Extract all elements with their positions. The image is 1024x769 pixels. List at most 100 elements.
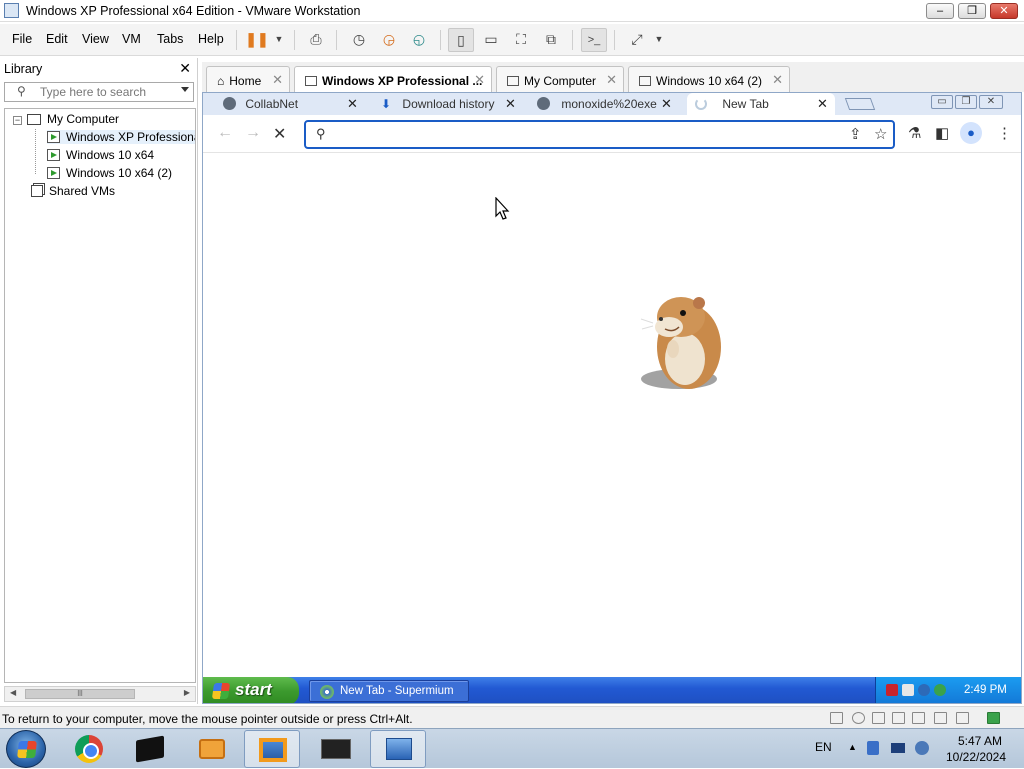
bookmark-star-icon[interactable]: ☆: [874, 125, 887, 143]
taskbar-keyboard-app[interactable]: [308, 730, 364, 768]
scroll-left-icon[interactable]: ◀: [10, 688, 16, 697]
snapshot-manager-icon[interactable]: ◵: [406, 28, 432, 52]
tree-item-vm-win10[interactable]: Windows 10 x64: [47, 148, 154, 162]
close-tab-icon[interactable]: ✕: [606, 72, 617, 88]
close-library-icon[interactable]: ✕: [179, 60, 191, 77]
display-icon[interactable]: [956, 712, 969, 724]
restore-icon[interactable]: ❐: [955, 95, 977, 109]
tree-item-vm-xp[interactable]: Windows XP Professiona: [47, 130, 195, 144]
tab-my-computer[interactable]: My Computer ✕: [496, 66, 624, 92]
minimize-button[interactable]: –: [926, 3, 954, 19]
chevron-down-icon[interactable]: ▼: [646, 28, 672, 52]
taskbar-remote-desktop[interactable]: [370, 730, 426, 768]
taskbar-vmware[interactable]: [244, 730, 300, 768]
show-library-icon[interactable]: ▯: [448, 28, 474, 52]
close-tab-icon[interactable]: ✕: [474, 72, 485, 88]
side-panel-icon[interactable]: ◧: [935, 124, 949, 142]
chevron-down-icon[interactable]: ▼: [266, 28, 292, 52]
vm-icon: [305, 76, 317, 86]
taskbar-chrome[interactable]: [60, 730, 116, 768]
host-clock-date[interactable]: 10/22/2024: [941, 750, 1011, 764]
network-icon[interactable]: [915, 741, 929, 755]
start-orb[interactable]: [6, 730, 46, 768]
scrollbar-thumb[interactable]: lll: [25, 689, 135, 699]
snapshot-icon[interactable]: ◷: [346, 28, 372, 52]
close-button[interactable]: ✕: [990, 3, 1018, 19]
taskbar-app-terminal[interactable]: [122, 730, 178, 768]
forward-icon[interactable]: →: [245, 124, 261, 142]
host-system-tray: EN ▲ 5:47 AM 10/22/2024: [805, 729, 1024, 769]
host-clock-time[interactable]: 5:47 AM: [950, 734, 1010, 748]
tab-windows-xp[interactable]: Windows XP Professional ... ✕: [294, 66, 492, 93]
show-hidden-icons-icon[interactable]: ▲: [848, 742, 857, 752]
sync-icon[interactable]: [934, 684, 946, 696]
tree-item-vm-win10-2[interactable]: Windows 10 x64 (2): [47, 166, 172, 180]
close-tab-icon[interactable]: ✕: [661, 96, 672, 112]
browser-tab-download-history[interactable]: ⬇ Download history ✕: [381, 93, 517, 115]
address-input[interactable]: [336, 126, 836, 144]
menu-toolbar: File Edit View VM Tabs Help ❚❚ ▼ ⎙ ◷ ◶ ◵…: [0, 24, 1024, 56]
thumbnail-bar-icon[interactable]: ▭: [478, 28, 504, 52]
hard-disk-icon[interactable]: [830, 712, 843, 724]
cd-dvd-icon[interactable]: [852, 712, 865, 724]
library-search-input[interactable]: ⚲ Type here to search: [4, 82, 194, 102]
console-view-icon[interactable]: >_: [581, 28, 607, 52]
download-icon: ⬇: [381, 97, 392, 111]
new-tab-button[interactable]: [844, 98, 876, 110]
language-indicator[interactable]: EN: [815, 740, 832, 754]
security-shield-icon[interactable]: [886, 684, 898, 696]
close-tab-icon[interactable]: ✕: [505, 96, 516, 112]
tree-item-my-computer[interactable]: My Computer: [27, 112, 119, 126]
tab-windows-10-2[interactable]: Windows 10 x64 (2) ✕: [628, 66, 790, 92]
close-tab-icon[interactable]: ✕: [817, 96, 828, 112]
tree-item-shared-vms[interactable]: Shared VMs: [31, 184, 115, 198]
menu-edit[interactable]: Edit: [46, 32, 68, 46]
menu-file[interactable]: File: [12, 32, 32, 46]
vmware-tools-icon[interactable]: [902, 684, 914, 696]
menu-view[interactable]: View: [82, 32, 109, 46]
address-bar[interactable]: ⚲ ⇪ ☆: [304, 120, 895, 149]
labs-flask-icon[interactable]: ⚗: [908, 124, 921, 142]
minimize-icon[interactable]: ▭: [931, 95, 953, 109]
collapse-toggle[interactable]: −: [13, 116, 22, 125]
maximize-button[interactable]: ❐: [958, 3, 986, 19]
guest-display[interactable]: CollabNet ✕ ⬇ Download history ✕ monoxid…: [202, 92, 1022, 704]
browser-tab-monoxide[interactable]: monoxide%20exe ✕: [537, 93, 675, 115]
stop-loading-icon[interactable]: ✕: [273, 124, 286, 144]
send-ctrl-alt-del-icon[interactable]: ⎙: [303, 28, 329, 52]
host-taskbar: EN ▲ 5:47 AM 10/22/2024: [0, 728, 1024, 768]
network-icon[interactable]: [918, 684, 930, 696]
share-icon[interactable]: ⇪: [849, 125, 862, 143]
unity-icon[interactable]: ⧉: [538, 28, 564, 52]
close-icon[interactable]: ✕: [979, 95, 1003, 109]
network-adapter-icon[interactable]: [892, 712, 905, 724]
host-title-bar: Windows XP Professional x64 Edition - VM…: [0, 0, 1024, 22]
close-tab-icon[interactable]: ✕: [347, 96, 358, 112]
toolbar-divider: [440, 30, 441, 50]
message-log-icon[interactable]: [987, 712, 1000, 724]
browser-tab-collabnet[interactable]: CollabNet ✕: [223, 93, 363, 115]
profile-avatar-icon[interactable]: ●: [960, 122, 982, 144]
back-icon[interactable]: ←: [217, 124, 233, 142]
floppy-icon[interactable]: [872, 712, 885, 724]
taskbar-item-supermium[interactable]: New Tab - Supermium: [309, 680, 469, 702]
usb-icon[interactable]: [912, 712, 925, 724]
chevron-down-icon[interactable]: [181, 87, 189, 92]
library-horizontal-scrollbar[interactable]: ◀ lll ▶: [4, 686, 196, 702]
full-screen-icon[interactable]: ⛶: [508, 28, 534, 52]
close-tab-icon[interactable]: ✕: [772, 72, 783, 88]
sound-icon[interactable]: [934, 712, 947, 724]
tray-app-icon[interactable]: [867, 741, 879, 755]
browser-tab-new-tab[interactable]: New Tab ✕: [687, 93, 835, 115]
tab-home[interactable]: ⌂ Home ✕: [206, 66, 290, 92]
display-tray-icon[interactable]: [891, 743, 905, 753]
start-button[interactable]: start: [203, 677, 299, 703]
close-tab-icon[interactable]: ✕: [272, 72, 283, 88]
taskbar-media-player[interactable]: [184, 730, 240, 768]
menu-vm[interactable]: VM: [122, 32, 141, 46]
menu-kebab-icon[interactable]: ⋮: [997, 124, 1012, 142]
menu-tabs[interactable]: Tabs: [157, 32, 183, 46]
revert-snapshot-icon[interactable]: ◶: [376, 28, 402, 52]
scroll-right-icon[interactable]: ▶: [184, 688, 190, 697]
menu-help[interactable]: Help: [198, 32, 224, 46]
